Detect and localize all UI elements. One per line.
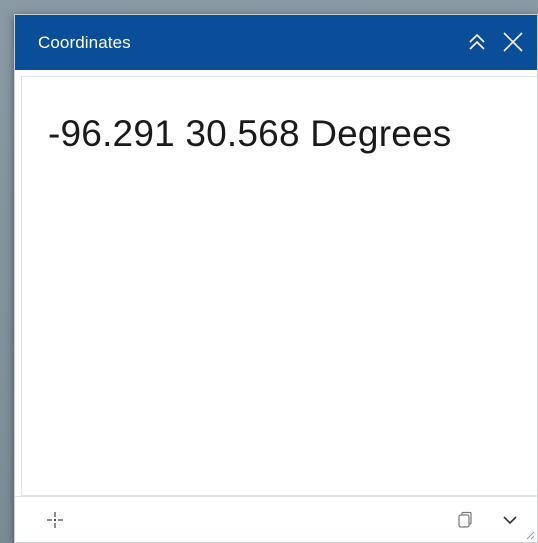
- locate-point-button[interactable]: [42, 507, 68, 533]
- panel-title: Coordinates: [38, 33, 131, 52]
- copy-button[interactable]: [452, 507, 478, 533]
- coordinates-widget-panel: Coordinates -96.291 30.568 Degrees: [14, 14, 538, 543]
- chevron-down-icon: [503, 516, 517, 525]
- collapse-button[interactable]: [463, 28, 491, 56]
- format-dropdown-button[interactable]: [497, 507, 523, 533]
- coordinates-readout: -96.291 30.568 Degrees: [48, 113, 452, 154]
- panel-footer: [15, 496, 537, 542]
- double-chevron-up-icon: [469, 33, 485, 50]
- panel-header: Coordinates: [15, 15, 537, 70]
- crosshair-icon: [47, 512, 63, 528]
- resize-grip-icon[interactable]: [525, 530, 535, 540]
- coordinates-display: -96.291 30.568 Degrees: [21, 76, 537, 496]
- copy-icon: [458, 511, 472, 528]
- close-icon: [503, 32, 523, 52]
- close-button[interactable]: [499, 28, 527, 56]
